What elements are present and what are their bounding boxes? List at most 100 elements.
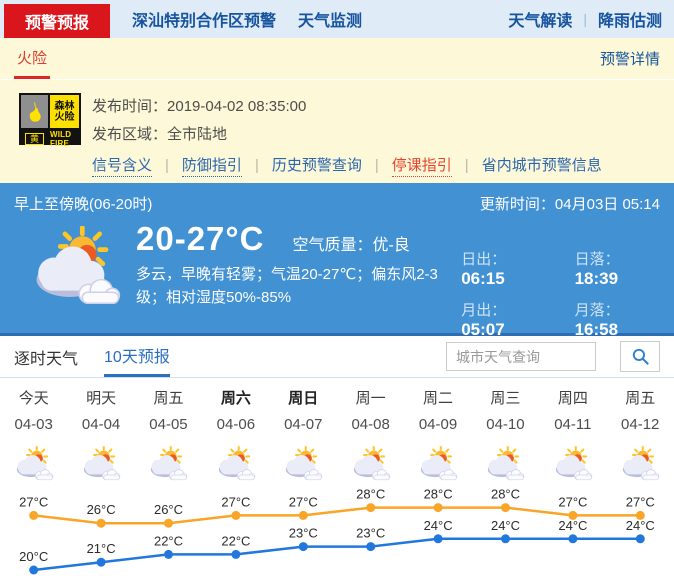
high-temp-label: 27°C bbox=[289, 494, 318, 509]
date-label: 04-04 bbox=[67, 412, 134, 440]
high-temp-label: 26°C bbox=[154, 502, 183, 517]
high-temp-point bbox=[366, 503, 375, 512]
search-button[interactable] bbox=[620, 341, 660, 372]
sun-moon-item: 日落：18:39 bbox=[575, 248, 658, 289]
search-input[interactable] bbox=[446, 342, 596, 371]
update-time-value: 04月03日 05:14 bbox=[555, 196, 660, 213]
tab-fire-risk[interactable]: 火险 bbox=[14, 38, 50, 79]
sun-moon-label: 日出： bbox=[461, 251, 506, 268]
weather-icon-partly-cloudy bbox=[270, 440, 337, 488]
high-temp-point bbox=[29, 511, 38, 520]
publish-time-row: 发布时间：2019-04-02 08:35:00 bbox=[92, 95, 602, 116]
current-conditions: 20-27°C 空气质量：优-良 多云，早晚有轻雾；气温20-27℃；偏东风2-… bbox=[136, 218, 461, 340]
low-temp-point bbox=[366, 542, 375, 551]
day-label: 周日 bbox=[270, 388, 337, 412]
warning-icon-name-line2: 火险 bbox=[55, 112, 75, 123]
low-temp-label: 24°C bbox=[424, 518, 453, 533]
low-temp-point bbox=[568, 534, 577, 543]
low-temp-label: 24°C bbox=[491, 518, 520, 533]
divider: | bbox=[255, 157, 259, 174]
divider: | bbox=[465, 157, 469, 174]
nav-item[interactable]: 深汕特别合作区预警 bbox=[132, 7, 276, 31]
air-quality-value: 优-良 bbox=[372, 237, 409, 254]
publish-area-label: 发布区域： bbox=[92, 126, 167, 143]
city-search bbox=[446, 336, 660, 377]
sun-moon-label: 月出： bbox=[461, 302, 506, 319]
flame-icon bbox=[21, 95, 48, 128]
update-time: 更新时间：04月03日 05:14 bbox=[480, 193, 660, 214]
tab-hourly-weather[interactable]: 逐时天气 bbox=[14, 336, 78, 377]
weather-icons-row bbox=[0, 440, 674, 488]
high-temp-label: 28°C bbox=[356, 488, 385, 502]
weather-icon-partly-cloudy bbox=[607, 440, 674, 488]
day-label: 周一 bbox=[337, 388, 404, 412]
high-temp-line bbox=[34, 508, 641, 524]
search-icon bbox=[631, 347, 650, 366]
current-panel-body: 20-27°C 空气质量：优-良 多云，早晚有轻雾；气温20-27℃；偏东风2-… bbox=[0, 214, 674, 340]
high-temp-label: 27°C bbox=[558, 494, 587, 509]
low-temp-label: 23°C bbox=[356, 526, 385, 541]
forecast-tabs: 逐时天气 10天预报 bbox=[14, 336, 196, 377]
high-temp-label: 26°C bbox=[87, 502, 116, 517]
high-temp-point bbox=[501, 503, 510, 512]
high-temp-label: 27°C bbox=[626, 494, 655, 509]
update-time-label: 更新时间： bbox=[480, 196, 555, 213]
warning-body: 森林 火险 黄 WILD FIRE 发布时间：2019-04-02 08:35:… bbox=[0, 80, 674, 175]
topnav-right-items: 天气解读 | 降雨估测 bbox=[508, 0, 662, 38]
publish-time-label: 发布时间： bbox=[92, 98, 167, 115]
warning-link[interactable]: 省内城市预警信息 bbox=[482, 157, 602, 174]
current-weather-icon-partly-cloudy bbox=[24, 226, 128, 308]
forecast-period-label: 早上至傍晚(06-20时) bbox=[14, 193, 152, 214]
publish-area-value: 全市陆地 bbox=[167, 126, 227, 143]
low-temp-label: 22°C bbox=[221, 533, 250, 548]
weather-warning-page: 预警预报 深汕特别合作区预警天气监测 天气解读 | 降雨估测 火险 预警详情 森林 … bbox=[0, 0, 674, 580]
day-label: 周六 bbox=[202, 388, 269, 412]
date-label: 04-08 bbox=[337, 412, 404, 440]
date-label: 04-03 bbox=[0, 412, 67, 440]
low-temp-point bbox=[501, 534, 510, 543]
sun-moon-label: 日落： bbox=[575, 251, 620, 268]
low-temp-point bbox=[434, 534, 443, 543]
warning-link[interactable]: 历史预警查询 bbox=[272, 157, 362, 174]
low-temp-label: 23°C bbox=[289, 526, 318, 541]
weather-icon-partly-cloudy bbox=[135, 440, 202, 488]
nav-item[interactable]: 天气解读 bbox=[508, 7, 572, 31]
day-label: 今天 bbox=[0, 388, 67, 412]
date-label: 04-09 bbox=[404, 412, 471, 440]
weather-icon-partly-cloudy bbox=[0, 440, 67, 488]
low-temp-point bbox=[299, 542, 308, 551]
sun-moon-item: 月出：05:07 bbox=[461, 299, 544, 340]
day-label: 周五 bbox=[607, 388, 674, 412]
nav-item[interactable]: 天气监测 bbox=[298, 7, 362, 31]
tab-warning-forecast[interactable]: 预警预报 bbox=[4, 4, 110, 38]
warning-link[interactable]: 信号含义 bbox=[92, 157, 152, 177]
warning-detail-link[interactable]: 预警详情 bbox=[600, 48, 660, 69]
weather-icon-partly-cloudy bbox=[404, 440, 471, 488]
temperature-range: 20-27°C bbox=[136, 220, 264, 258]
high-temp-point bbox=[299, 511, 308, 520]
high-temp-point bbox=[164, 519, 173, 528]
low-temp-label: 24°C bbox=[626, 518, 655, 533]
air-quality: 空气质量：优-良 bbox=[292, 231, 409, 255]
date-label: 04-11 bbox=[539, 412, 606, 440]
divider: | bbox=[583, 11, 587, 27]
divider: | bbox=[165, 157, 169, 174]
warning-link[interactable]: 停课指引 bbox=[392, 157, 452, 177]
day-label: 周二 bbox=[404, 388, 471, 412]
tab-10day-forecast[interactable]: 10天预报 bbox=[104, 336, 170, 377]
sun-moon-item: 日出：06:15 bbox=[461, 248, 544, 289]
day-label: 周三 bbox=[472, 388, 539, 412]
weather-description: 多云，早晚有轻雾；气温20-27℃；偏东风2-3级；相对湿度50%-85% bbox=[136, 263, 461, 309]
day-labels-row: 今天明天周五周六周日周一周二周三周四周五 bbox=[0, 388, 674, 412]
warning-link[interactable]: 防御指引 bbox=[182, 157, 242, 177]
low-temp-line bbox=[34, 539, 641, 570]
date-label: 04-07 bbox=[270, 412, 337, 440]
weather-icon-partly-cloudy bbox=[539, 440, 606, 488]
current-panel-header: 早上至傍晚(06-20时) 更新时间：04月03日 05:14 bbox=[0, 183, 674, 214]
nav-item[interactable]: 降雨估测 bbox=[598, 7, 662, 31]
low-temp-point bbox=[636, 534, 645, 543]
high-temp-point bbox=[231, 511, 240, 520]
warning-links: 信号含义|防御指引|历史预警查询|停课指引|省内城市预警信息 bbox=[92, 154, 602, 175]
low-temp-label: 24°C bbox=[558, 518, 587, 533]
date-label: 04-06 bbox=[202, 412, 269, 440]
